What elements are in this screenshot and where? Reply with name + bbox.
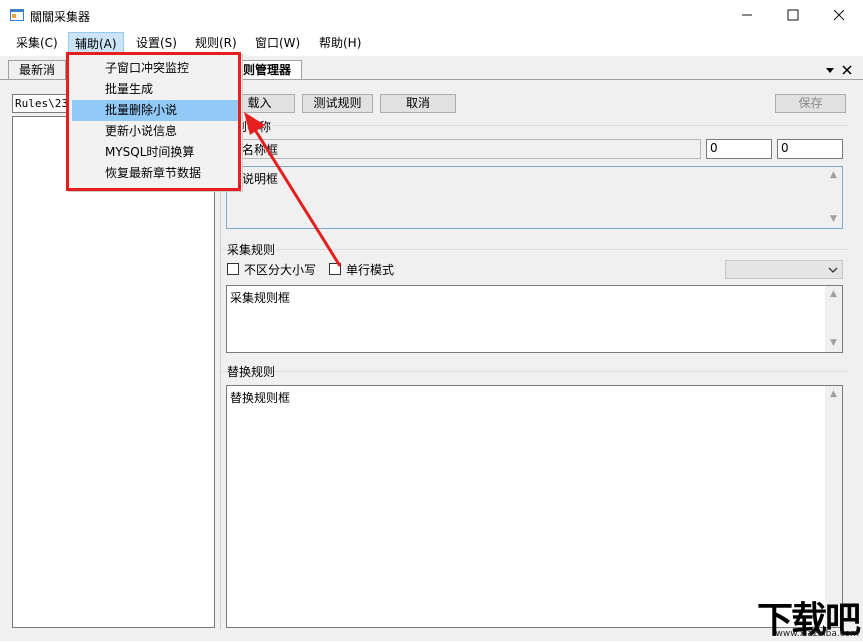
watermark-url: www.xiazaiba.com (775, 629, 859, 639)
watermark: 下载吧 www.xiazaiba.com (725, 591, 863, 641)
annotation-highlight-box (66, 52, 241, 191)
